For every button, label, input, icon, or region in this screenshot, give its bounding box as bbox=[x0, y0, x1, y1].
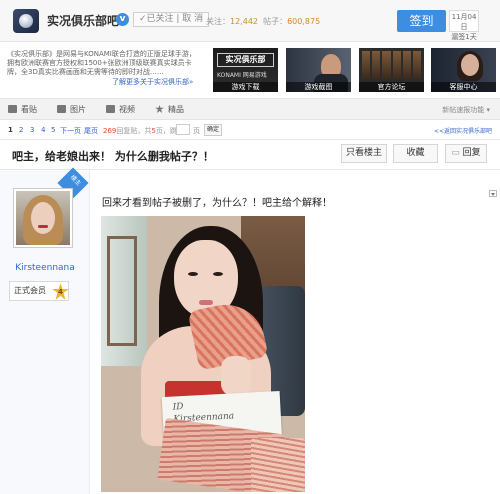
followers-label: 关注： bbox=[206, 17, 230, 26]
sign-in-button[interactable]: 签到 bbox=[397, 10, 446, 32]
thumb-badge: 实况俱乐部 bbox=[217, 53, 274, 67]
intro-text: 《实况俱乐部》是网易与KONAMI联合打造的正版足球手游，拥有欧洲联赛官方授权和… bbox=[7, 50, 196, 76]
thumb-screenshots[interactable]: 游戏截图 bbox=[286, 48, 351, 92]
jump-page-input[interactable] bbox=[176, 124, 190, 135]
thumb-caption: 客服中心 bbox=[431, 82, 496, 92]
reply-label: 回复 bbox=[462, 148, 481, 158]
bar-name[interactable]: 实况俱乐部吧 bbox=[47, 12, 119, 29]
tab-bar: 看贴 图片 视频 精品 新帖速报功能 ▾ bbox=[0, 98, 500, 120]
page-unit: 页 bbox=[193, 127, 200, 135]
reply-count: 269 bbox=[103, 127, 117, 135]
star-icon bbox=[155, 105, 164, 113]
post-icon bbox=[8, 105, 17, 113]
post-content: 回来才看到帖子被删了，为什么？！吧主给个解释！ bbox=[102, 198, 332, 209]
new-post-alert[interactable]: 新帖速报功能 ▾ bbox=[442, 99, 490, 121]
sign-date: 11月04日 bbox=[451, 13, 477, 31]
author-username[interactable]: Kirsteennana bbox=[0, 263, 90, 273]
thumb-caption: 游戏截图 bbox=[286, 82, 351, 92]
only-owner-button[interactable]: 只看楼主 bbox=[341, 144, 387, 163]
bar-stats: 关注：12,442 帖子：600,875 bbox=[206, 16, 320, 27]
thumb-caption: 游戏下载 bbox=[213, 82, 278, 92]
tab-posts[interactable]: 看贴 bbox=[8, 99, 37, 121]
avatar[interactable] bbox=[13, 188, 73, 248]
page-link[interactable]: 5 bbox=[51, 126, 55, 134]
tab-videos[interactable]: 视频 bbox=[106, 99, 135, 121]
thread-title: 吧主，给老娘出来！ 为什么删我帖子？！ bbox=[12, 150, 214, 163]
favorite-button[interactable]: 收藏 bbox=[393, 144, 438, 163]
page-link[interactable]: 2 bbox=[19, 126, 23, 134]
level-number: 4 bbox=[58, 288, 63, 296]
page-link[interactable]: 1 bbox=[8, 126, 13, 134]
thumb-support[interactable]: 客服中心 bbox=[431, 48, 496, 92]
posts-count: 600,875 bbox=[287, 17, 321, 26]
verified-icon: v bbox=[116, 13, 129, 26]
page-link[interactable]: 3 bbox=[30, 126, 34, 134]
posts-label: 帖子： bbox=[263, 17, 288, 26]
followers-count: 12,442 bbox=[230, 17, 258, 26]
next-page-link[interactable]: 下一页 bbox=[60, 126, 81, 136]
image-icon bbox=[57, 105, 66, 113]
post-photo[interactable]: ID Kirsteennana bbox=[101, 216, 305, 492]
jump-confirm-button[interactable]: 确定 bbox=[204, 124, 222, 136]
tab-label: 看贴 bbox=[21, 105, 37, 114]
reply-suffix: 回复贴，共 bbox=[116, 127, 152, 135]
thumb-sub: KONAMI 网易游戏 bbox=[217, 72, 267, 79]
thumb-download[interactable]: 实况俱乐部 KONAMI 网易游戏 游戏下载 bbox=[213, 48, 278, 92]
pager: 1 2 3 4 5 下一页 尾页 269回复贴，共5页，跳到 页 确定 <<返回… bbox=[0, 120, 500, 140]
bar-logo[interactable] bbox=[13, 9, 39, 33]
tab-label: 图片 bbox=[70, 105, 86, 114]
video-icon bbox=[106, 105, 115, 113]
intro-more-link[interactable]: 了解更多关于实况俱乐部» bbox=[112, 77, 193, 87]
tab-featured[interactable]: 精品 bbox=[155, 99, 184, 121]
reply-icon: ▭ bbox=[451, 148, 463, 158]
thumb-forum[interactable]: 官方论坛 bbox=[359, 48, 424, 92]
page-link[interactable]: 4 bbox=[41, 126, 45, 134]
pager-info: 269回复贴，共5页，跳到 bbox=[103, 126, 184, 136]
last-page-link[interactable]: 尾页 bbox=[84, 126, 98, 136]
reply-button[interactable]: ▭ 回复 bbox=[445, 144, 487, 163]
tab-label: 精品 bbox=[168, 105, 184, 114]
thread-header: 吧主，给老娘出来！ 为什么删我帖子？！ 只看楼主 收藏 ▭ 回复 bbox=[0, 140, 500, 170]
forum-header: 实况俱乐部吧 v ✓已关注 | 取 消 关注：12,442 帖子：600,875… bbox=[0, 0, 500, 42]
thumb-caption: 官方论坛 bbox=[359, 82, 424, 92]
sign-missed: 漏签1天 bbox=[451, 33, 477, 41]
follow-toggle[interactable]: ✓已关注 | 取 消 bbox=[133, 12, 210, 27]
tab-label: 视频 bbox=[119, 105, 135, 114]
back-to-bar-link[interactable]: <<返回实况俱乐部吧 bbox=[434, 126, 492, 135]
sign-date-box: 11月04日 漏签1天 bbox=[449, 10, 479, 41]
post-menu-caret[interactable] bbox=[489, 190, 497, 197]
tab-images[interactable]: 图片 bbox=[57, 99, 86, 121]
